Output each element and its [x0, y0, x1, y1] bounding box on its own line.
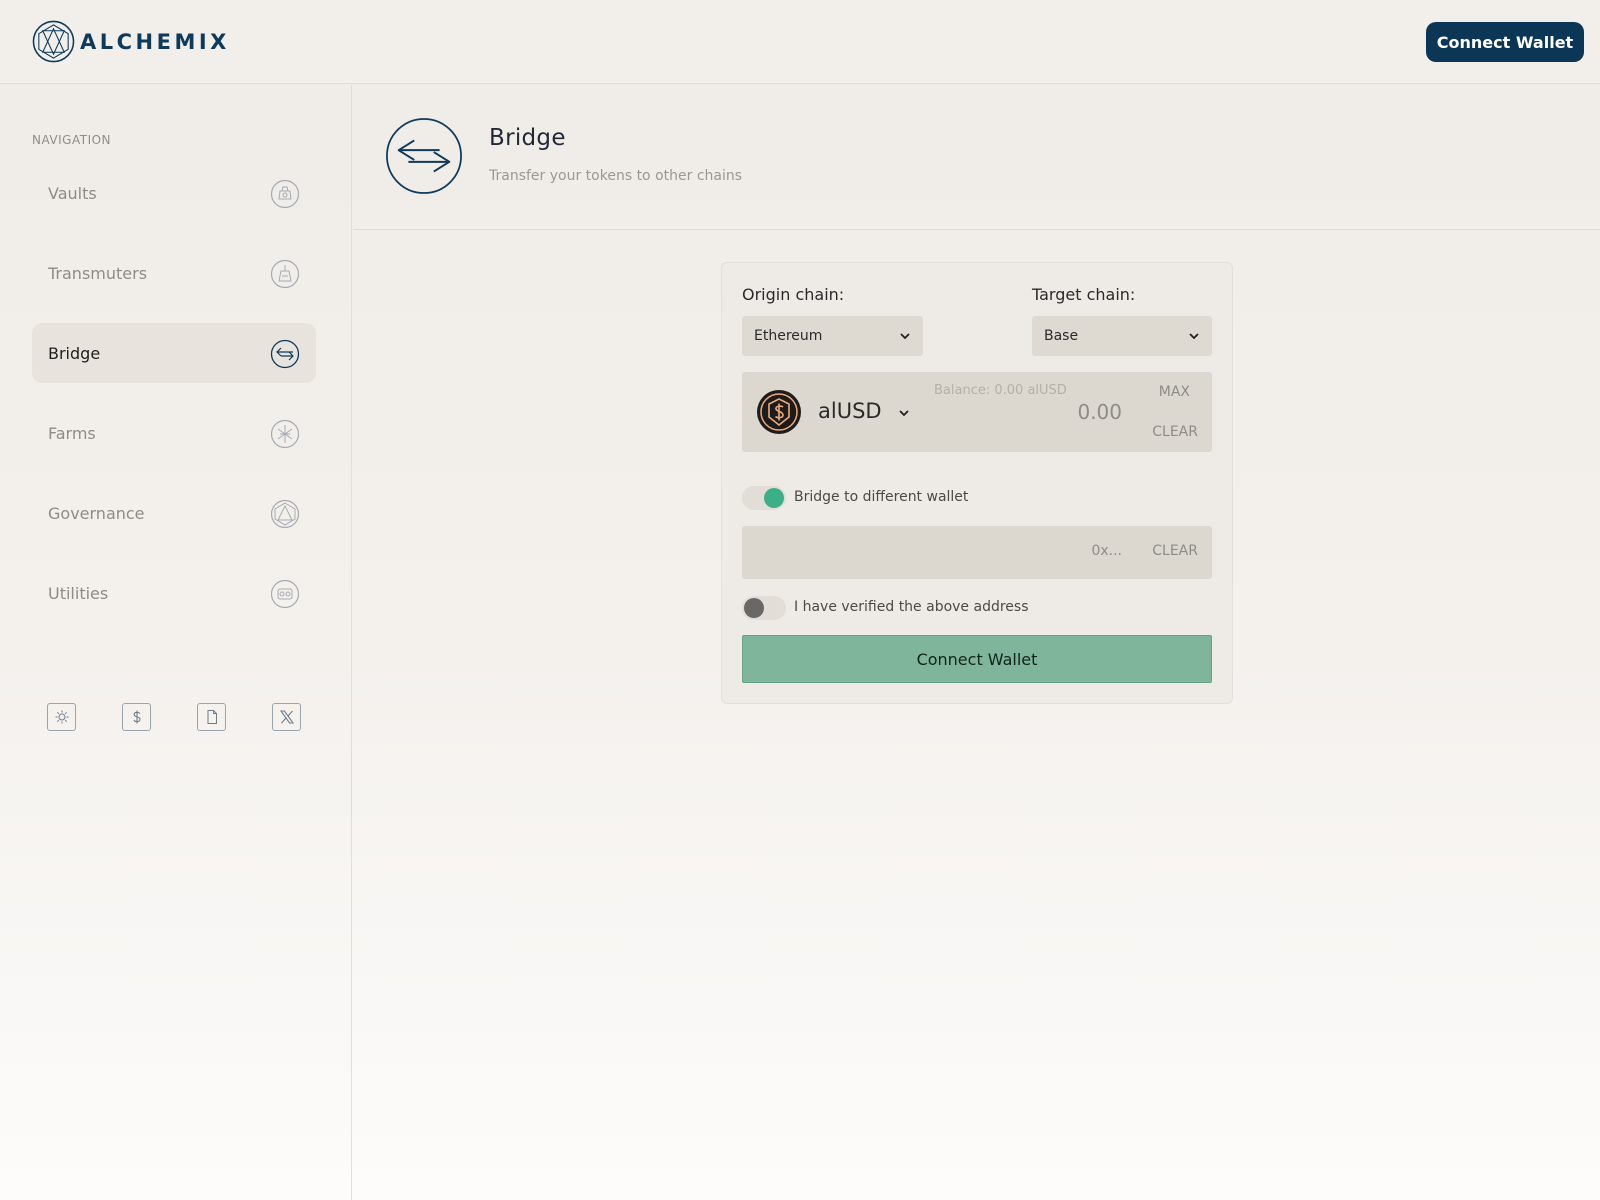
bridge-connect-wallet-button[interactable]: Connect Wallet: [742, 635, 1212, 683]
sidebar-item-label: Transmuters: [48, 263, 148, 283]
sidebar-item-governance[interactable]: Governance: [32, 483, 316, 543]
alchemix-logo-icon: [32, 20, 75, 63]
sidebar-item-label: Governance: [48, 503, 145, 523]
sidebar-item-label: Utilities: [48, 583, 109, 603]
sidebar-item-vaults[interactable]: Vaults: [32, 163, 316, 223]
page-header: Bridge Transfer your tokens to other cha…: [353, 85, 1600, 230]
origin-chain-label: Origin chain:: [742, 285, 845, 304]
sun-icon: [55, 710, 68, 724]
x-link-button[interactable]: [272, 703, 301, 731]
page-subtitle: Transfer your tokens to other chains: [489, 168, 743, 184]
currency-button[interactable]: [122, 703, 151, 731]
origin-chain-select[interactable]: Ethereum: [742, 316, 923, 356]
sidebar-item-label: Vaults: [48, 183, 97, 203]
token-balance: Balance: 0.00 alUSD: [934, 383, 1067, 398]
toggle-knob: [744, 598, 764, 618]
chevron-down-icon: [900, 333, 910, 340]
origin-chain-value: Ethereum: [754, 328, 823, 344]
target-chain-label: Target chain:: [1032, 285, 1136, 304]
brand-name: ALCHEMIX: [80, 29, 230, 54]
chevron-down-icon[interactable]: [898, 407, 910, 419]
document-icon: [207, 710, 217, 724]
header-connect-wallet-button[interactable]: Connect Wallet: [1426, 22, 1584, 62]
vault-icon: [270, 179, 300, 209]
different-wallet-label: Bridge to different wallet: [794, 489, 969, 505]
alchemix-logo[interactable]: ALCHEMIX: [32, 20, 230, 63]
bridge-icon: [270, 339, 300, 369]
docs-button[interactable]: [197, 703, 226, 731]
sidebar-item-label: Farms: [48, 423, 96, 443]
bridge-form-card: Origin chain: Target chain: Ethereum Bas…: [721, 262, 1233, 704]
token-amount-box: alUSD Balance: 0.00 alUSD 0.00 MAX CLEAR: [742, 372, 1212, 452]
alusd-token-icon: [757, 390, 801, 434]
token-select[interactable]: alUSD: [818, 399, 882, 423]
sidebar-item-farms[interactable]: Farms: [32, 403, 316, 463]
target-chain-select[interactable]: Base: [1032, 316, 1212, 356]
sidebar: NAVIGATION Vaults Transmuters Bridge Far…: [0, 85, 352, 1200]
farm-icon: [270, 419, 300, 449]
theme-toggle-button[interactable]: [47, 703, 76, 731]
governance-icon: [270, 499, 300, 529]
address-clear-button[interactable]: CLEAR: [1152, 543, 1198, 559]
address-placeholder: 0x...: [1091, 543, 1122, 559]
bridge-arrows-icon: [386, 118, 462, 194]
nav-heading: NAVIGATION: [32, 133, 112, 147]
transmuter-icon: [270, 259, 300, 289]
verified-address-label: I have verified the above address: [794, 599, 1029, 615]
max-button[interactable]: MAX: [1159, 384, 1190, 400]
page-title: Bridge: [489, 125, 566, 151]
top-header: ALCHEMIX Connect Wallet: [0, 0, 1600, 84]
x-logo-icon: [279, 710, 294, 724]
sidebar-item-transmuters[interactable]: Transmuters: [32, 243, 316, 303]
different-wallet-toggle[interactable]: [742, 486, 786, 510]
sidebar-item-label: Bridge: [48, 343, 101, 363]
chevron-down-icon: [1189, 333, 1199, 340]
sidebar-footer-links: [47, 703, 347, 731]
destination-address-input[interactable]: 0x... CLEAR: [742, 526, 1212, 579]
amount-clear-button[interactable]: CLEAR: [1152, 424, 1198, 440]
utilities-icon: [270, 579, 300, 609]
verified-address-toggle[interactable]: [742, 596, 786, 620]
sidebar-item-utilities[interactable]: Utilities: [32, 563, 316, 623]
sidebar-item-bridge[interactable]: Bridge: [32, 323, 316, 383]
toggle-knob: [764, 488, 784, 508]
dollar-icon: [132, 710, 141, 724]
amount-input[interactable]: 0.00: [1077, 400, 1122, 424]
target-chain-value: Base: [1044, 328, 1079, 344]
